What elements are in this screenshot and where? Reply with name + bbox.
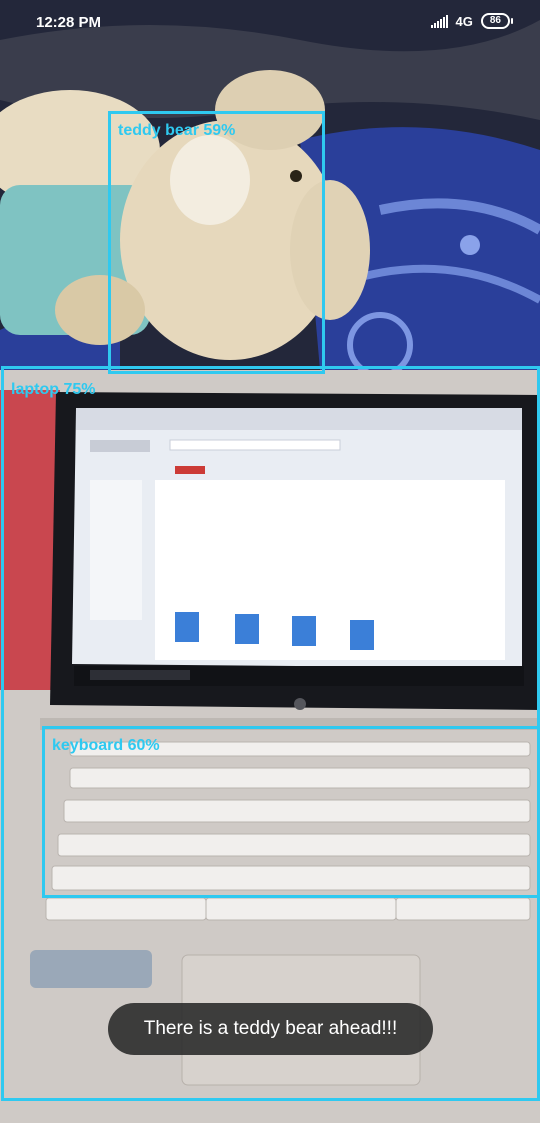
status-icons: 4G 86 [430,13,514,29]
network-type: 4G [455,13,473,29]
status-time: 12:28 PM [36,14,102,31]
detection-box-teddy-bear: teddy bear 59% [108,111,325,374]
battery-icon: 86 [480,13,514,29]
signal-icon [430,14,448,28]
detection-box-keyboard: keyboard 60% [42,726,540,898]
status-bar: 12:28 PM 4G 86 [0,0,540,48]
detection-label: keyboard 60% [52,737,160,754]
battery-level: 86 [489,15,501,26]
detection-label: teddy bear 59% [118,122,236,139]
toast-message: There is a teddy bear ahead!!! [108,1003,433,1055]
detection-label: laptop 75% [11,381,96,398]
